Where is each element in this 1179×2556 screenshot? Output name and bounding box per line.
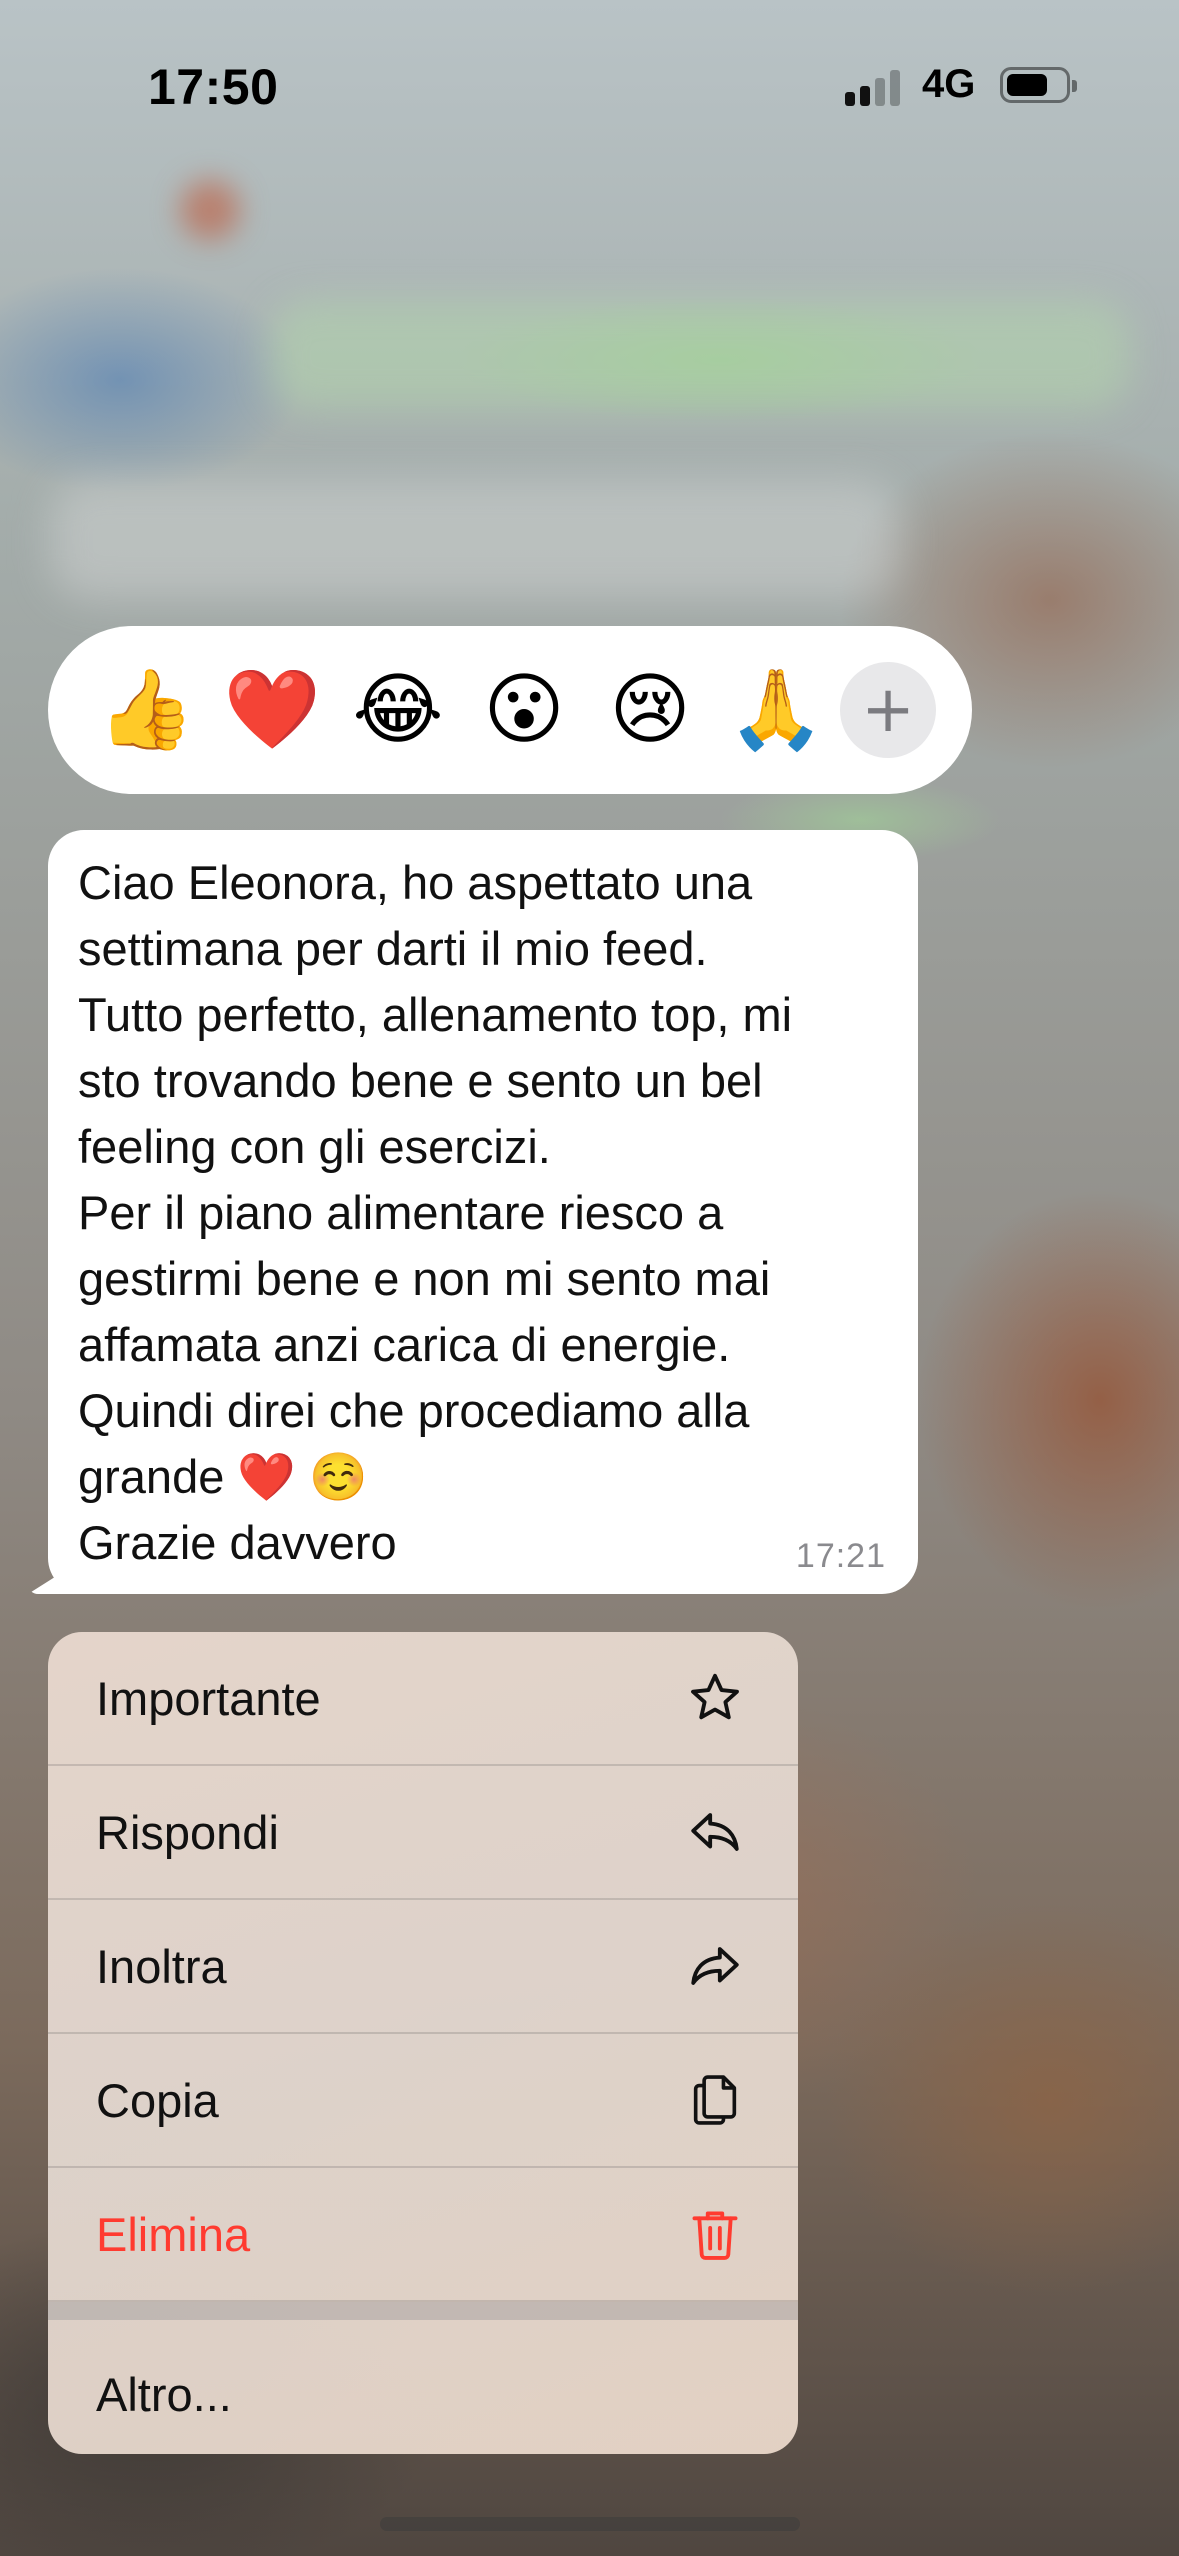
menu-item-label: Inoltra xyxy=(96,1939,227,1993)
blurred-background-shape xyxy=(50,480,900,600)
message-text: Ciao Eleonora, ho aspettato una settiman… xyxy=(78,856,793,1569)
menu-item-more[interactable]: Altro... xyxy=(48,2320,798,2454)
reaction-picker: 👍 ❤️ 😂 😮 😢 🙏 + xyxy=(48,626,972,794)
menu-item-copy[interactable]: Copia xyxy=(48,2034,798,2168)
reaction-heart[interactable]: ❤️ xyxy=(212,650,332,770)
trash-icon xyxy=(684,2203,746,2265)
home-indicator[interactable] xyxy=(380,2517,800,2531)
menu-item-label: Rispondi xyxy=(96,1805,279,1859)
reaction-praying-hands[interactable]: 🙏 xyxy=(716,650,836,770)
battery-icon xyxy=(1000,67,1077,103)
copy-icon xyxy=(684,2069,746,2131)
menu-item-label: Importante xyxy=(96,1671,321,1725)
star-icon xyxy=(684,1667,746,1729)
blurred-background-shape xyxy=(270,300,1130,410)
menu-item-label: Elimina xyxy=(96,2207,251,2261)
reaction-crying[interactable]: 😢 xyxy=(590,650,710,770)
menu-item-important[interactable]: Importante xyxy=(48,1632,798,1766)
network-type: 4G xyxy=(922,62,976,106)
message-context-menu: Importante Rispondi Inoltra Copia Elimin… xyxy=(48,1632,798,2454)
menu-separator xyxy=(48,2302,798,2320)
forward-icon xyxy=(684,1935,746,1997)
menu-item-forward[interactable]: Inoltra xyxy=(48,1900,798,2034)
add-reaction-button[interactable]: + xyxy=(840,662,936,758)
status-time: 17:50 xyxy=(148,59,279,115)
blurred-background-shape xyxy=(180,180,240,240)
reply-icon xyxy=(684,1801,746,1863)
message-bubble[interactable]: Ciao Eleonora, ho aspettato una settiman… xyxy=(48,830,918,1594)
message-timestamp: 17:21 xyxy=(795,1537,886,1575)
menu-item-label: Altro... xyxy=(96,2367,232,2421)
cellular-signal-icon xyxy=(845,66,905,106)
reaction-laughing[interactable]: 😂 xyxy=(338,650,458,770)
reaction-thumbs-up[interactable]: 👍 xyxy=(86,650,206,770)
menu-item-reply[interactable]: Rispondi xyxy=(48,1766,798,1900)
menu-item-delete[interactable]: Elimina xyxy=(48,2168,798,2302)
menu-item-label: Copia xyxy=(96,2073,219,2127)
reaction-surprised[interactable]: 😮 xyxy=(464,650,584,770)
